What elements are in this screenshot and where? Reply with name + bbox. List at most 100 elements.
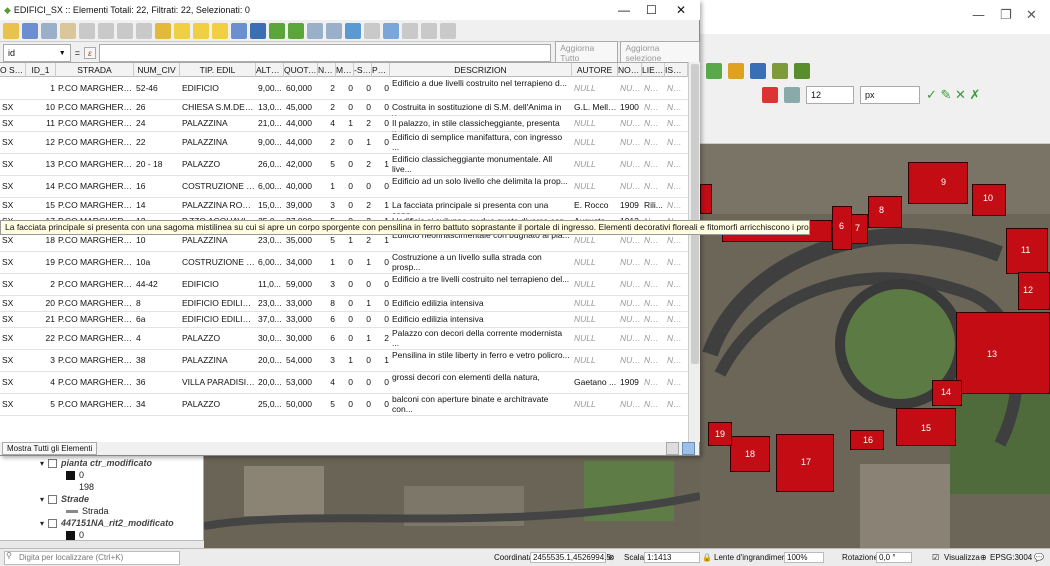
column-header[interactable]: TIP. EDIL bbox=[180, 63, 256, 77]
table-cell[interactable]: 23,0... bbox=[258, 299, 283, 309]
table-cell[interactable]: PALAZZINA bbox=[182, 236, 255, 246]
crs-icon[interactable]: ⊕ bbox=[980, 553, 987, 562]
table-cell[interactable]: 42,000 bbox=[286, 160, 317, 170]
digitize-icon[interactable] bbox=[706, 63, 722, 79]
table-cell[interactable]: EDIFICIO EDILIZIA... bbox=[182, 315, 255, 325]
table-cell[interactable]: NULL bbox=[620, 280, 641, 290]
table-cell[interactable]: NULL bbox=[574, 334, 617, 344]
extents-icon[interactable]: ⊗ bbox=[608, 553, 615, 562]
table-cell[interactable]: Gaetano ... bbox=[574, 378, 617, 388]
building-8[interactable]: 8 bbox=[868, 196, 902, 228]
table-cell[interactable]: 5 bbox=[28, 400, 55, 410]
table-cell[interactable]: 2 bbox=[320, 138, 335, 148]
table-cell[interactable]: 8 bbox=[320, 299, 335, 309]
column-header[interactable]: QUOTA STR bbox=[284, 63, 318, 77]
table-cell[interactable]: 11 bbox=[28, 119, 55, 129]
reload-icon[interactable] bbox=[41, 22, 57, 39]
table-row[interactable]: 1 P.CO MARGHERITA 52-46 EDIFICIO 9,00... 60,0… bbox=[0, 78, 688, 100]
table-cell[interactable]: 16 bbox=[136, 182, 179, 192]
table-cell[interactable]: 30,0... bbox=[258, 334, 283, 344]
table-cell[interactable]: NULL bbox=[667, 258, 687, 268]
table-cell[interactable]: 12 bbox=[28, 138, 55, 148]
render-checkbox[interactable]: ☑ bbox=[932, 553, 939, 562]
table-cell[interactable]: PALAZZO bbox=[182, 160, 255, 170]
table-cell[interactable]: 50,000 bbox=[286, 400, 317, 410]
table-cell[interactable]: NULL bbox=[667, 299, 687, 309]
table-cell[interactable]: 1 bbox=[356, 138, 371, 148]
table-cell[interactable]: 2 bbox=[356, 201, 371, 211]
building-16[interactable]: 16 bbox=[850, 430, 884, 450]
table-cell[interactable]: 9,00... bbox=[258, 138, 283, 148]
plugin-icon[interactable] bbox=[772, 63, 788, 79]
table-cell[interactable]: 20 - 18 bbox=[136, 160, 179, 170]
table-cell[interactable]: NULL bbox=[574, 400, 617, 410]
layer-item[interactable]: ▾ Strade bbox=[40, 494, 89, 504]
close-icon[interactable]: ✕ bbox=[1026, 8, 1037, 23]
table-cell[interactable]: 1 bbox=[356, 258, 371, 268]
table-cell[interactable]: 9,00... bbox=[258, 84, 283, 94]
table-cell[interactable]: 30,000 bbox=[286, 334, 317, 344]
table-cell[interactable]: NULL bbox=[620, 334, 641, 344]
table-cell[interactable]: Costruzione a un livello sulla strada co… bbox=[392, 253, 571, 273]
column-header[interactable]: NUM_CIV bbox=[134, 63, 180, 77]
table-cell[interactable]: 0 bbox=[356, 182, 371, 192]
table-cell[interactable]: NULL bbox=[574, 182, 617, 192]
table-cell[interactable]: NULL bbox=[620, 182, 641, 192]
new-field-icon[interactable] bbox=[345, 22, 361, 39]
table-row[interactable]: SX 22 P.CO MARGHERITA 4 PALAZZO 30,0... 30,000… bbox=[0, 328, 688, 350]
table-cell[interactable]: 44,000 bbox=[286, 119, 317, 129]
table-cell[interactable]: NULL bbox=[644, 119, 664, 129]
maximize-icon[interactable]: ❐ bbox=[1000, 8, 1012, 23]
table-cell[interactable]: 0 bbox=[374, 315, 389, 325]
table-cell[interactable]: 1900 bbox=[620, 103, 641, 113]
table-cell[interactable]: 23,0... bbox=[258, 236, 283, 246]
building-12[interactable]: 12 bbox=[1018, 272, 1050, 310]
table-row[interactable]: SX 14 P.CO MARGHERITA 16 COSTRUZIONE B... 6,0… bbox=[0, 176, 688, 198]
table-cell[interactable]: COSTRUZIONE B... bbox=[182, 258, 255, 268]
table-cell[interactable]: NULL bbox=[667, 315, 687, 325]
actions-icon[interactable] bbox=[440, 22, 456, 39]
field-calculator-icon[interactable] bbox=[383, 22, 399, 39]
table-cell[interactable]: SX bbox=[2, 378, 25, 388]
table-cell[interactable]: Edificio a due livelli costruito nel ter… bbox=[392, 79, 571, 89]
table-cell[interactable]: 0 bbox=[338, 334, 353, 344]
column-header[interactable]: O STR bbox=[0, 63, 26, 77]
locator-input[interactable]: Digita per localizzare (Ctrl+K) bbox=[4, 550, 180, 565]
table-cell[interactable]: P.CO MARGHERITA bbox=[58, 280, 133, 290]
table-cell[interactable]: SX bbox=[2, 103, 25, 113]
table-row[interactable]: SX 13 P.CO MARGHERITA 20 - 18 PALAZZO 26,0...… bbox=[0, 154, 688, 176]
table-cell[interactable]: EDIFICIO EDILIZIA... bbox=[182, 299, 255, 309]
table-cell[interactable]: P.CO MARGHERITA bbox=[58, 334, 133, 344]
move-selection-top-icon[interactable] bbox=[250, 22, 266, 39]
table-cell[interactable]: 0 bbox=[338, 299, 353, 309]
table-row[interactable]: SX 19 P.CO MARGHERITA 10a COSTRUZIONE B... 6,… bbox=[0, 252, 688, 274]
map-canvas[interactable]: 9 10 8 7 6 5 11 12 13 14 15 16 17 18 19 bbox=[700, 144, 1050, 548]
table-cell[interactable]: 5 bbox=[320, 160, 335, 170]
table-cell[interactable]: 21,0... bbox=[258, 119, 283, 129]
table-cell[interactable]: P.CO MARGHERITA bbox=[58, 103, 133, 113]
table-cell[interactable]: 2 bbox=[356, 119, 371, 129]
table-cell[interactable]: PALAZZINA bbox=[182, 138, 255, 148]
table-cell[interactable]: 0 bbox=[356, 378, 371, 388]
table-cell[interactable]: 0 bbox=[338, 103, 353, 113]
table-cell[interactable]: NULL bbox=[644, 334, 664, 344]
table-cell[interactable]: P.CO MARGHERITA bbox=[58, 182, 133, 192]
show-all-features-button[interactable]: Mostra Tutti gli Elementi bbox=[2, 442, 98, 455]
maximize-icon[interactable]: ☐ bbox=[646, 3, 657, 17]
lock-icon[interactable]: 🔒 bbox=[702, 553, 712, 562]
table-cell[interactable]: 39,000 bbox=[286, 201, 317, 211]
vertical-scrollbar[interactable] bbox=[688, 62, 700, 442]
table-cell[interactable]: NULL bbox=[620, 119, 641, 129]
table-cell[interactable]: NULL bbox=[667, 236, 687, 246]
table-cell[interactable]: 6a bbox=[136, 315, 179, 325]
table-cell[interactable]: 10 bbox=[136, 236, 179, 246]
building-18[interactable]: 18 bbox=[730, 436, 770, 472]
table-cell[interactable]: 0 bbox=[356, 400, 371, 410]
table-cell[interactable]: P.CO MARGHERITA bbox=[58, 236, 133, 246]
table-cell[interactable]: NULL bbox=[644, 236, 664, 246]
building-11[interactable]: 11 bbox=[1006, 228, 1048, 274]
building-14[interactable]: 14 bbox=[932, 380, 962, 406]
table-cell[interactable]: NULL bbox=[644, 315, 664, 325]
table-cell[interactable]: 1 bbox=[356, 299, 371, 309]
table-cell[interactable]: 40,000 bbox=[286, 182, 317, 192]
